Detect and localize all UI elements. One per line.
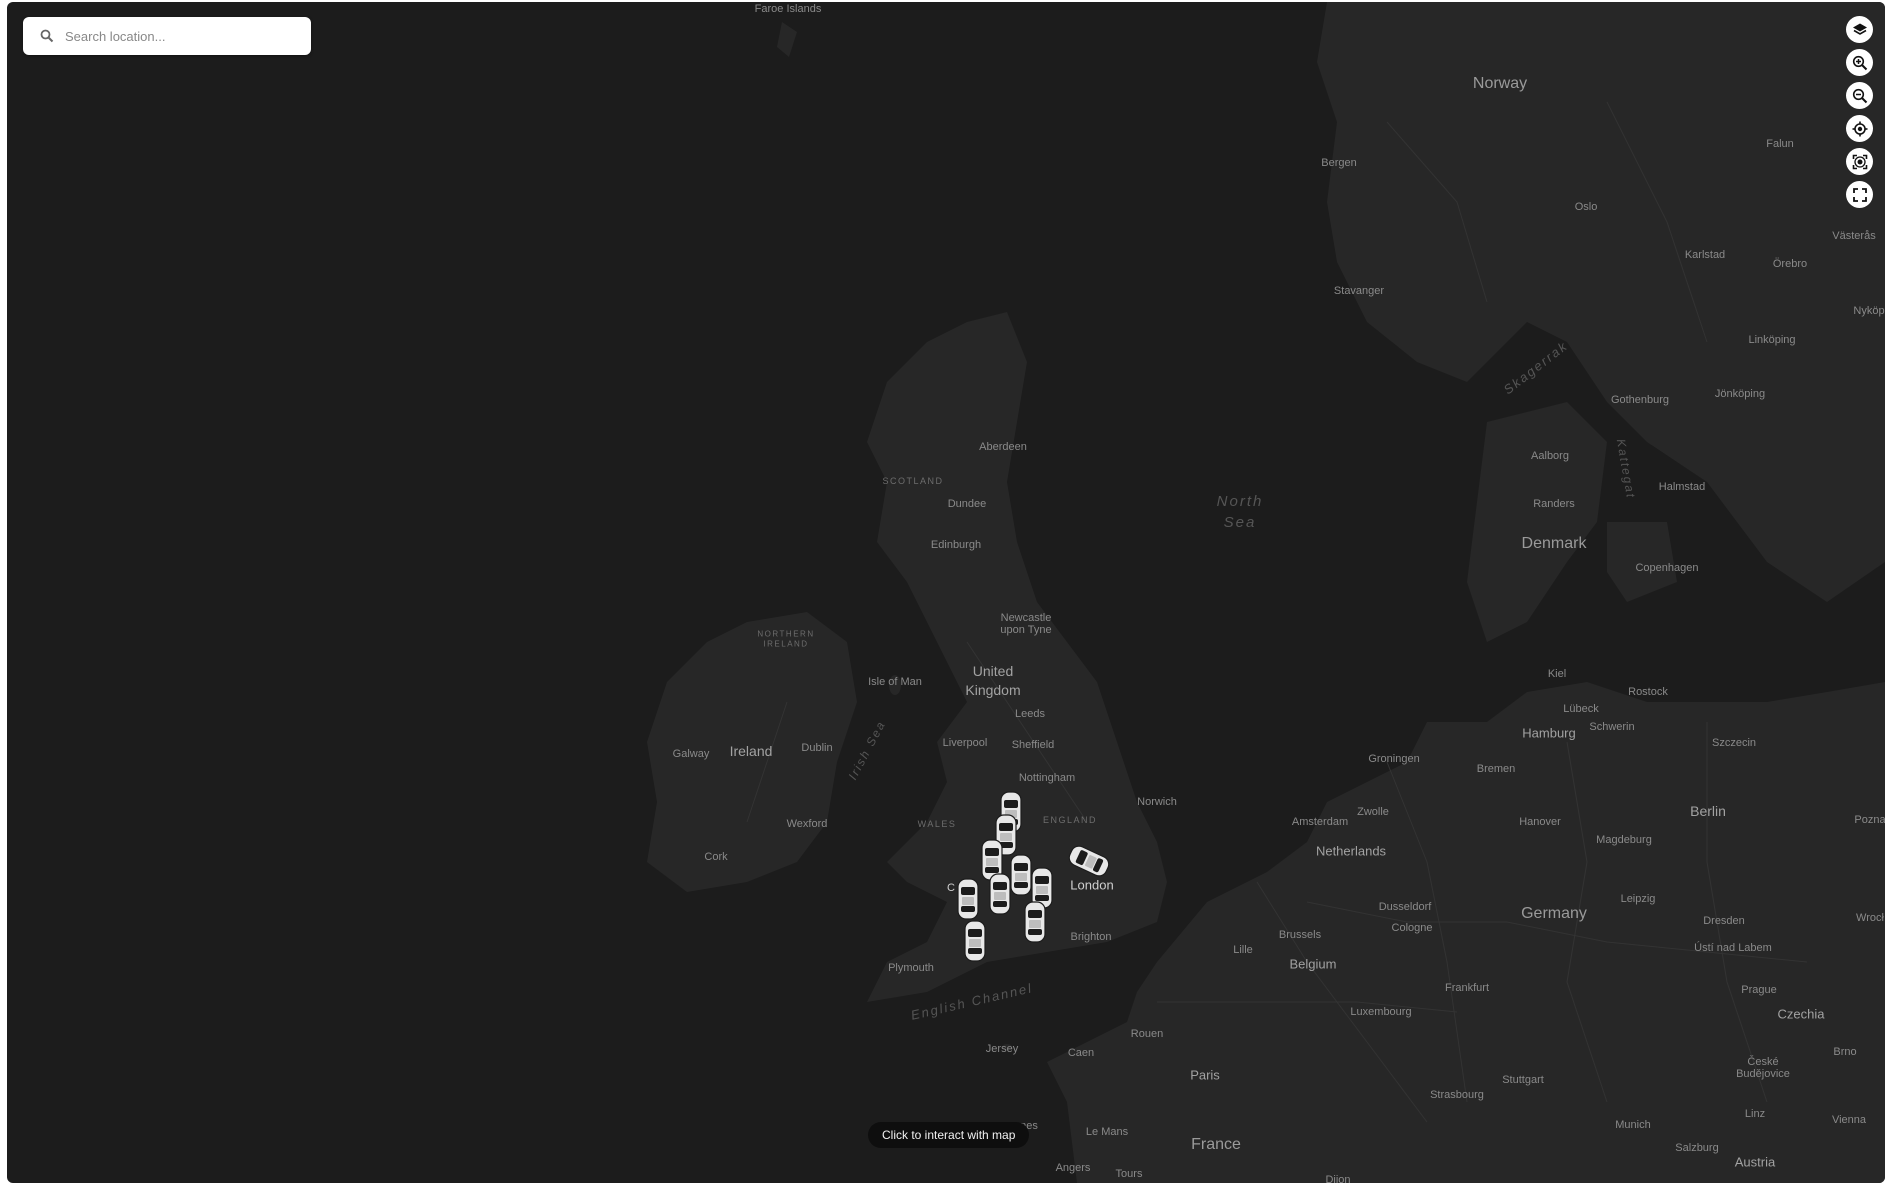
locate-icon — [1852, 121, 1867, 136]
search-input[interactable] — [63, 27, 287, 45]
zoom-in-button[interactable] — [1846, 49, 1873, 76]
vehicle-layer — [957, 791, 1112, 962]
interaction-hint[interactable]: Click to interact with map — [868, 1122, 1030, 1148]
vehicle-marker[interactable] — [964, 920, 986, 962]
fit-bounds-button[interactable] — [1846, 148, 1873, 175]
map-controls — [1846, 16, 1873, 208]
layers-icon — [1852, 23, 1867, 35]
map-canvas[interactable]: Faroe Islands Norway Bergen Oslo Falun V… — [7, 2, 1885, 1183]
vehicle-marker[interactable] — [1066, 842, 1112, 880]
zoom-out-button[interactable] — [1846, 82, 1873, 109]
fullscreen-icon — [1852, 187, 1867, 202]
vehicle-marker[interactable] — [957, 878, 979, 920]
search-icon — [39, 28, 55, 44]
layers-button[interactable] — [1846, 16, 1873, 43]
vehicle-marker[interactable] — [1010, 854, 1032, 896]
zoom-in-icon — [1852, 55, 1867, 70]
search-box[interactable] — [23, 17, 311, 55]
vehicle-marker[interactable] — [1024, 901, 1046, 943]
vehicle-marker[interactable] — [989, 873, 1011, 915]
zoom-out-icon — [1852, 88, 1867, 103]
my-location-button[interactable] — [1846, 115, 1873, 142]
focus-icon — [1852, 154, 1867, 169]
fullscreen-button[interactable] — [1846, 181, 1873, 208]
